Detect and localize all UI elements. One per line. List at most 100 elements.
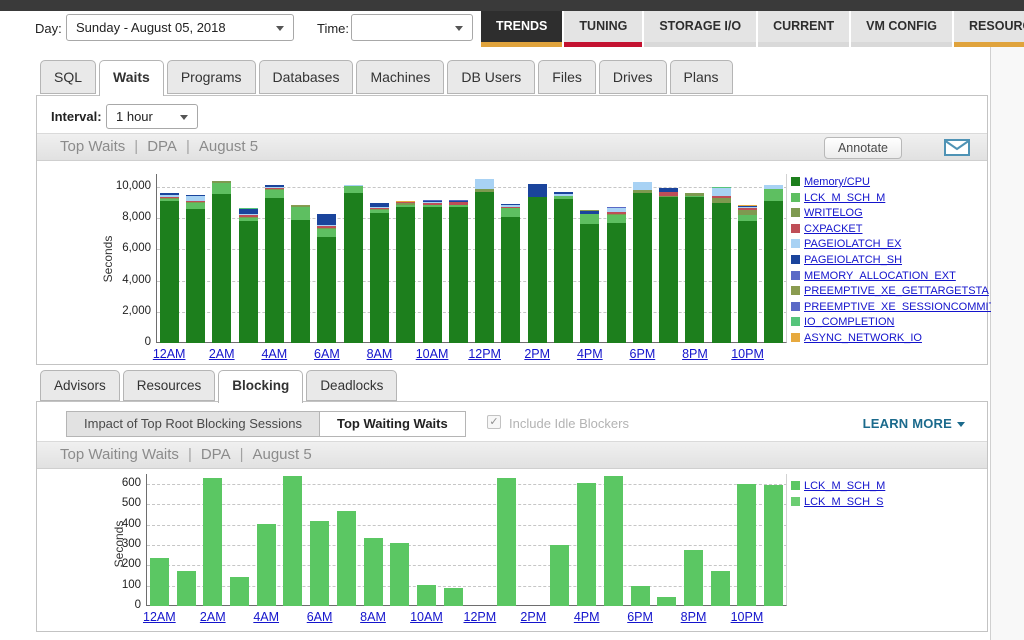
bar-segment[interactable] [344,193,363,343]
legend-item[interactable]: LCK_M_SCH_M [791,476,991,492]
bar-segment[interactable] [212,194,231,343]
bar-segment[interactable] [712,188,731,196]
x-axis-label[interactable]: 8AM [348,610,398,624]
bar-segment[interactable] [580,210,599,211]
bar-segment[interactable] [417,585,436,606]
bar-segment[interactable] [265,187,284,188]
legend-item[interactable]: WRITELOG [791,203,991,219]
bar-segment[interactable] [257,524,276,606]
bar-segment[interactable] [239,209,258,214]
x-axis-label[interactable]: 2AM [188,610,238,624]
x-axis-label[interactable]: 6PM [615,610,665,624]
bar-segment[interactable] [607,207,626,208]
bar-segment[interactable] [317,214,336,225]
bar-segment[interactable] [423,200,442,201]
tab-storage-io[interactable]: STORAGE I/O [644,11,756,47]
tab-files[interactable]: Files [538,60,596,94]
bar-segment[interactable] [738,210,757,215]
legend-item[interactable]: MEMORY_ALLOCATION_EXT [791,266,991,282]
bar-segment[interactable] [291,207,310,220]
bar-segment[interactable] [265,190,284,198]
bar-segment[interactable] [291,205,310,206]
bar-segment[interactable] [265,198,284,343]
x-axis-label[interactable]: 2AM [197,347,247,361]
tab-machines[interactable]: Machines [356,60,444,94]
bar-segment[interactable] [659,196,678,197]
bar-segment[interactable] [580,214,599,224]
x-axis-label[interactable]: 2PM [508,610,558,624]
bar-segment[interactable] [344,186,363,193]
bar-segment[interactable] [501,204,520,205]
bar-segment[interactable] [607,214,626,215]
tab-current[interactable]: CURRENT [758,11,849,47]
bar-segment[interactable] [738,207,757,208]
x-axis-label[interactable]: 4AM [249,347,299,361]
bar-segment[interactable] [160,201,179,343]
bar-segment[interactable] [580,211,599,214]
bar-segment[interactable] [423,201,442,202]
bar-segment[interactable] [711,571,730,606]
bar-segment[interactable] [449,207,468,343]
bar-segment[interactable] [475,179,494,189]
bar-segment[interactable] [364,538,383,606]
tab-db-users[interactable]: DB Users [447,60,535,94]
bar-segment[interactable] [265,185,284,187]
x-axis-label[interactable]: 10PM [723,347,773,361]
bar-segment[interactable] [449,200,468,201]
bar-segment[interactable] [160,193,179,195]
bar-segment[interactable] [310,521,329,606]
bar-segment[interactable] [685,197,704,343]
bar-segment[interactable] [177,571,196,606]
bar-segment[interactable] [607,208,626,212]
legend-item[interactable]: PREEMPTIVE_XE_SESSIONCOMMIT [791,297,991,313]
bar-segment[interactable] [239,221,258,343]
bar-segment[interactable] [370,208,389,209]
bar-segment[interactable] [554,196,573,199]
bar-segment[interactable] [764,201,783,343]
bar-segment[interactable] [657,597,676,606]
bar-segment[interactable] [475,192,494,343]
legend-item[interactable]: ASYNC_NETWORK_IO [791,328,991,344]
bar-segment[interactable] [449,202,468,205]
bar-segment[interactable] [265,189,284,190]
legend-item[interactable]: Memory/CPU [791,172,991,188]
legend-item[interactable]: LCK_M_SCH_M [791,188,991,204]
bar-segment[interactable] [396,207,415,343]
legend-label[interactable]: ASYNC_NETWORK_IO [804,332,922,344]
x-axis-label[interactable]: 4PM [562,610,612,624]
bar-segment[interactable] [764,485,783,606]
bar-segment[interactable] [390,543,409,606]
bar-segment[interactable] [449,201,468,202]
tab-tuning[interactable]: TUNING [564,11,642,47]
bar-segment[interactable] [370,209,389,210]
bar-segment[interactable] [607,212,626,214]
bar-segment[interactable] [604,476,623,606]
bar-segment[interactable] [550,545,569,606]
x-axis-label[interactable]: 12AM [144,347,194,361]
day-select[interactable]: Sunday - August 05, 2018 [66,14,294,41]
bar-segment[interactable] [317,226,336,228]
bar-segment[interactable] [444,588,463,606]
legend-label[interactable]: PREEMPTIVE_XE_SESSIONCOMMIT [804,301,991,313]
bar-segment[interactable] [370,213,389,343]
x-axis-label[interactable]: 6AM [302,347,352,361]
legend-item[interactable]: PAGEIOLATCH_SH [791,250,991,266]
bar-segment[interactable] [186,202,205,203]
bar-segment[interactable] [230,577,249,606]
legend-label[interactable]: PAGEIOLATCH_EX [804,238,901,250]
tab-waits[interactable]: Waits [99,60,164,96]
tab-drives[interactable]: Drives [599,60,667,94]
x-axis-label[interactable]: 8PM [670,347,720,361]
bar-segment[interactable] [475,189,494,192]
legend-item[interactable]: IO_COMPLETION [791,312,991,328]
bar-segment[interactable] [317,228,336,229]
bar-segment[interactable] [337,511,356,606]
bar-segment[interactable] [449,205,468,207]
bar-segment[interactable] [160,199,179,201]
bar-segment[interactable] [317,237,336,343]
bar-segment[interactable] [633,182,652,190]
bar-segment[interactable] [160,197,179,198]
legend-label[interactable]: WRITELOG [804,207,863,219]
tab-sql[interactable]: SQL [40,60,96,94]
legend-label[interactable]: LCK_M_SCH_S [804,496,883,508]
